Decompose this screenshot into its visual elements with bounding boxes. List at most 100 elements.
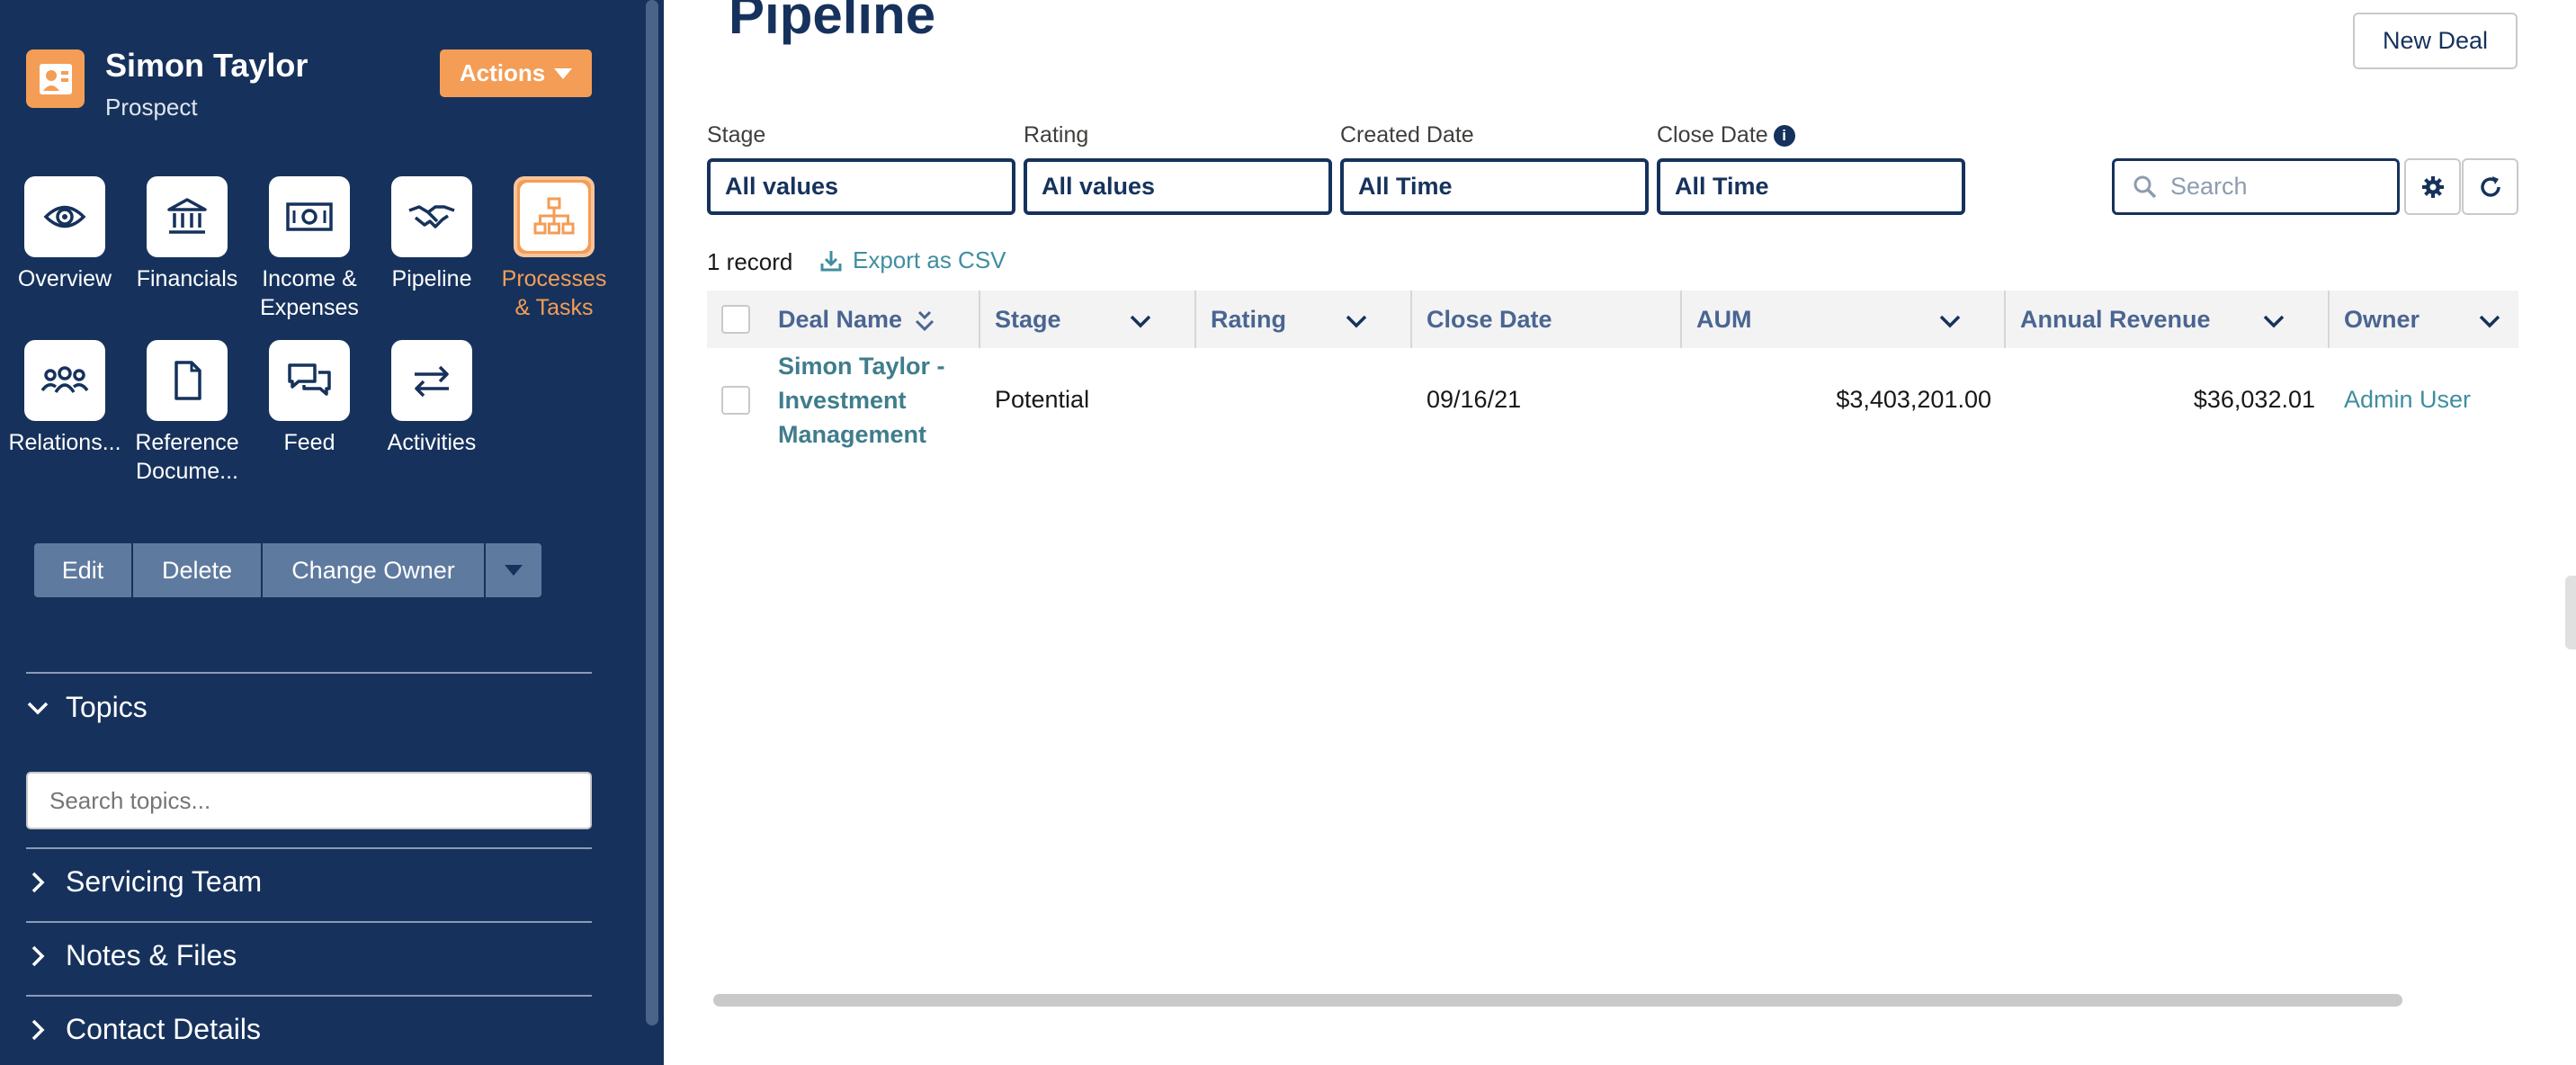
- gear-icon: [2421, 175, 2444, 198]
- column-divider[interactable]: [1680, 291, 1682, 348]
- more-actions-button[interactable]: [486, 543, 541, 597]
- select-all-checkbox[interactable]: [721, 305, 750, 334]
- chevron-down-icon[interactable]: [1344, 309, 1369, 334]
- chevron-down-icon[interactable]: [1128, 309, 1153, 334]
- table-horizontal-scrollbar[interactable]: [713, 994, 2402, 1007]
- column-header-owner[interactable]: Owner: [2344, 291, 2419, 348]
- section-label: Notes & Files: [66, 939, 237, 971]
- tile-label: Financials: [136, 266, 238, 291]
- deal-name-link[interactable]: Simon Taylor - Investment Management: [778, 349, 958, 452]
- chevron-down-icon: [27, 702, 49, 714]
- tile-relationships[interactable]: Relations...: [2, 340, 128, 457]
- chevron-down-icon[interactable]: [2261, 309, 2286, 334]
- column-divider[interactable]: [1194, 291, 1196, 348]
- profile-name: Simon Taylor: [105, 47, 309, 84]
- page-scrollbar-handle[interactable]: [2565, 576, 2576, 649]
- tile-pipeline[interactable]: Pipeline: [369, 176, 495, 293]
- swap-icon: [391, 340, 472, 421]
- prospect-avatar-icon: [26, 49, 85, 108]
- profile-status: Prospect: [105, 94, 198, 121]
- change-owner-button[interactable]: Change Owner: [263, 543, 486, 597]
- row-checkbox[interactable]: [721, 386, 750, 415]
- export-csv-link[interactable]: Export as CSV: [818, 246, 1006, 274]
- tile-label: Activities: [387, 430, 477, 455]
- money-icon: [269, 176, 350, 257]
- divider: [26, 921, 592, 923]
- info-icon[interactable]: i: [1773, 124, 1795, 147]
- tile-financials[interactable]: Financials: [124, 176, 250, 293]
- servicing-team-section-toggle[interactable]: Servicing Team: [26, 865, 262, 899]
- delete-button[interactable]: Delete: [133, 543, 263, 597]
- column-header-aum[interactable]: AUM: [1696, 291, 1752, 348]
- divider: [26, 847, 592, 849]
- tile-activities[interactable]: Activities: [369, 340, 495, 457]
- column-divider[interactable]: [2328, 291, 2330, 348]
- export-label: Export as CSV: [853, 246, 1006, 273]
- deal-name-line: Simon Taylor -: [778, 353, 945, 380]
- record-button-group: Edit Delete Change Owner: [34, 543, 541, 597]
- column-header-annual-revenue[interactable]: Annual Revenue: [2020, 291, 2211, 348]
- section-label: Contact Details: [66, 1013, 261, 1045]
- new-deal-button[interactable]: New Deal: [2353, 13, 2518, 69]
- deal-name-line: Management: [778, 421, 927, 448]
- search-input[interactable]: Search: [2112, 158, 2400, 215]
- tile-label: Processes & Tasks: [501, 266, 607, 320]
- column-header-close-date[interactable]: Close Date: [1427, 291, 1552, 348]
- rating-filter-select[interactable]: All values: [1024, 158, 1332, 215]
- notes-files-section-toggle[interactable]: Notes & Files: [26, 939, 237, 972]
- chevron-right-icon: [31, 945, 45, 966]
- search-topics-input[interactable]: [26, 772, 592, 829]
- owner-link[interactable]: Admin User: [2344, 386, 2471, 414]
- section-label: Servicing Team: [66, 865, 263, 898]
- tile-label: Income & Expenses: [260, 266, 359, 320]
- actions-button[interactable]: Actions: [440, 49, 592, 97]
- filter-label-stage: Stage: [707, 122, 766, 148]
- search-icon: [2133, 175, 2157, 198]
- divider: [26, 672, 592, 674]
- tile-income-expenses[interactable]: Income & Expenses: [246, 176, 372, 322]
- refresh-button[interactable]: [2462, 158, 2518, 215]
- column-header-stage[interactable]: Stage: [995, 291, 1061, 348]
- page-title: Pipeline: [729, 0, 936, 45]
- topics-label: Topics: [66, 691, 148, 723]
- filter-label-created-date: Created Date: [1340, 122, 1474, 148]
- column-header-deal-name[interactable]: Deal Name: [778, 291, 902, 348]
- topics-section-toggle[interactable]: Topics: [26, 691, 148, 724]
- filter-label-rating: Rating: [1024, 122, 1089, 148]
- tile-label: Pipeline: [391, 266, 472, 291]
- bank-icon: [147, 176, 228, 257]
- caret-down-icon: [554, 67, 573, 79]
- sidebar-scrollbar[interactable]: [646, 0, 658, 1025]
- tile-reference-documents[interactable]: Reference Docume...: [124, 340, 250, 486]
- contact-details-section-toggle[interactable]: Contact Details: [26, 1013, 261, 1046]
- chevron-down-icon[interactable]: [2477, 309, 2502, 334]
- search-placeholder: Search: [2170, 173, 2248, 200]
- sort-icon[interactable]: [912, 309, 937, 334]
- tile-label: Feed: [283, 430, 335, 455]
- cell-aum: $3,403,201.00: [1836, 386, 1991, 413]
- column-divider[interactable]: [2004, 291, 2006, 348]
- tile-overview[interactable]: Overview: [2, 176, 128, 293]
- divider: [26, 995, 592, 997]
- column-divider[interactable]: [979, 291, 980, 348]
- tile-processes-tasks[interactable]: Processes & Tasks: [491, 176, 617, 322]
- close-date-filter-select[interactable]: All Time: [1657, 158, 1965, 215]
- chevron-down-icon[interactable]: [1937, 309, 1963, 334]
- stage-filter-select[interactable]: All values: [707, 158, 1015, 215]
- people-icon: [24, 340, 105, 421]
- chevron-right-icon: [31, 1019, 45, 1040]
- tile-feed[interactable]: Feed: [246, 340, 372, 457]
- record-count: 1 record: [707, 248, 793, 275]
- edit-button[interactable]: Edit: [34, 543, 133, 597]
- download-icon: [820, 250, 842, 271]
- deal-name-line: Investment: [778, 387, 907, 414]
- column-header-rating[interactable]: Rating: [1211, 291, 1286, 348]
- filter-label-close-date-wrap: Close Date i: [1657, 122, 1795, 148]
- settings-button[interactable]: [2404, 158, 2461, 215]
- tile-label: Reference Docume...: [135, 430, 239, 484]
- cell-annual-revenue: $36,032.01: [2193, 386, 2315, 413]
- column-divider[interactable]: [1410, 291, 1412, 348]
- created-date-filter-select[interactable]: All Time: [1340, 158, 1649, 215]
- document-icon: [147, 340, 228, 421]
- refresh-icon: [2480, 175, 2500, 197]
